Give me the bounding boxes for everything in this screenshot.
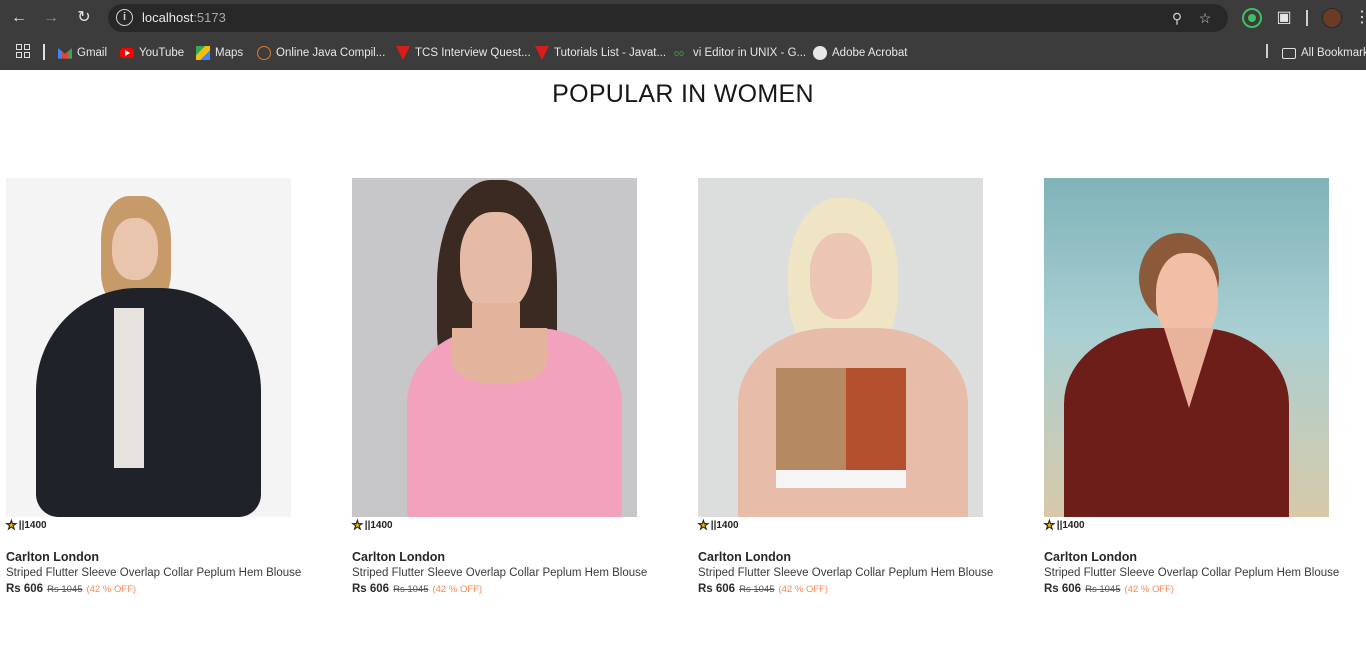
product-discount: (42 % OFF) [432,584,483,595]
product-image[interactable] [698,178,983,517]
product-description: Striped Flutter Sleeve Overlap Collar Pe… [1044,567,1340,579]
gmail-icon [58,48,72,59]
product-card[interactable]: ★ ||1400 Carlton London Striped Flutter S… [1044,178,1366,595]
price-row: Rs 606 Rs 1045 (42 % OFF) [352,583,682,595]
bookmark-label: Tutorials List - Javat... [554,47,667,59]
youtube-icon [120,48,134,58]
star-icon: ★ [1044,518,1055,532]
heart-icon [396,46,410,60]
rating: ★ ||1400 [698,518,1028,532]
bookmark-label: Adobe Acrobat [832,47,908,59]
product-brand: Carlton London [1044,550,1138,564]
site-info-icon[interactable]: i [116,9,133,26]
rating-count: ||1400 [1056,519,1085,531]
bookmark-label: YouTube [139,47,185,59]
neckline-shape [452,328,547,383]
price-row: Rs 606 Rs 1045 (42 % OFF) [6,583,336,595]
rating-count: ||1400 [364,519,393,531]
address-bar-url[interactable]: localhost:5173 [142,10,226,25]
product-description: Striped Flutter Sleeve Overlap Collar Pe… [352,567,648,579]
all-bookmarks-label: All Bookmarks [1301,47,1366,59]
product-mrp: Rs 1045 [393,584,429,595]
bookmark-gmail[interactable]: Gmail [58,44,107,62]
page-title: POPULAR IN WOMEN [552,80,814,108]
product-card[interactable]: ★ ||1400 Carlton London Striped Flutter S… [6,178,336,595]
product-image[interactable] [352,178,637,517]
rating: ★ ||1400 [1044,518,1366,532]
price-row: Rs 606 Rs 1045 (42 % OFF) [698,583,1028,595]
heart-icon [535,46,549,60]
browser-menu-icon[interactable]: ⋮ [1354,8,1366,28]
reload-icon[interactable]: ↻ [73,7,95,29]
product-image[interactable] [1044,178,1329,517]
inner-shirt-shape [114,308,144,468]
rating: ★ ||1400 [352,518,682,532]
profile-avatar[interactable] [1322,8,1342,28]
face-shape [460,212,532,312]
product-discount: (42 % OFF) [86,584,137,595]
url-port: :5173 [193,10,226,25]
bookmarks-divider [43,44,45,60]
back-arrow-icon[interactable]: ← [8,7,30,29]
bookmark-maps[interactable]: Maps [196,44,243,62]
vi-editor-icon: oo [674,48,685,58]
product-image[interactable] [6,178,291,517]
product-discount: (42 % OFF) [778,584,829,595]
rating-count: ||1400 [18,519,47,531]
bookmarks-divider [1266,44,1268,58]
bookmark-tutorials-list[interactable]: Tutorials List - Javat... [535,44,666,62]
toolbar-divider [1306,10,1308,26]
product-brand: Carlton London [352,550,446,564]
bookmark-youtube[interactable]: YouTube [120,44,184,62]
bookmark-label: Gmail [77,47,108,59]
product-card[interactable]: ★ ||1400 Carlton London Striped Flutter S… [352,178,682,595]
all-bookmarks[interactable]: All Bookmarks [1282,44,1366,62]
product-price: Rs 606 [698,583,736,595]
bookmark-vi-editor[interactable]: oo vi Editor in UNIX - G... [674,44,806,62]
address-bar[interactable]: i localhost:5173 ⚲ ☆ [108,4,1228,32]
product-price: Rs 606 [6,583,44,595]
star-icon: ★ [698,518,709,532]
folder-icon [1282,47,1296,59]
product-brand: Carlton London [6,550,100,564]
bookmark-label: Maps [215,47,244,59]
product-price: Rs 606 [1044,583,1082,595]
price-row: Rs 606 Rs 1045 (42 % OFF) [1044,583,1366,595]
bookmark-label: TCS Interview Quest... [415,47,531,59]
apps-grid-icon[interactable] [16,44,30,58]
forward-arrow-icon[interactable]: → [40,7,62,29]
rating-count: ||1400 [710,519,739,531]
product-mrp: Rs 1045 [739,584,775,595]
bookmark-java-compiler[interactable]: Online Java Compil... [257,44,385,62]
fur-jacket-shape [36,288,261,517]
product-discount: (42 % OFF) [1124,584,1175,595]
face-shape [810,233,872,319]
browser-toolbar: ← → ↻ i localhost:5173 ⚲ ☆ ▣ ⋮ [0,0,1366,36]
product-card[interactable]: ★ ||1400 Carlton London Striped Flutter S… [698,178,1028,595]
star-icon: ★ [6,518,17,532]
product-brand: Carlton London [698,550,792,564]
face-shape [112,218,158,280]
extensions-puzzle-icon[interactable]: ▣ [1274,8,1294,28]
star-icon: ★ [352,518,363,532]
maps-icon [196,46,210,60]
product-price: Rs 606 [352,583,390,595]
product-mrp: Rs 1045 [1085,584,1121,595]
zoom-icon[interactable]: ⚲ [1168,9,1186,27]
product-mrp: Rs 1045 [47,584,83,595]
product-description: Striped Flutter Sleeve Overlap Collar Pe… [698,567,994,579]
extension-green-circle-icon[interactable] [1242,8,1262,28]
rating: ★ ||1400 [6,518,336,532]
bookmark-star-icon[interactable]: ☆ [1196,9,1214,27]
sports-top-band-shape [776,470,906,488]
java-compiler-icon [257,46,271,60]
bookmark-label: vi Editor in UNIX - G... [693,47,807,59]
acrobat-icon [813,46,827,60]
bookmark-label: Online Java Compil... [276,47,386,59]
product-description: Striped Flutter Sleeve Overlap Collar Pe… [6,567,302,579]
url-host: localhost [142,10,194,25]
bookmark-tcs-interview[interactable]: TCS Interview Quest... [396,44,531,62]
bookmark-adobe-acrobat[interactable]: Adobe Acrobat [813,44,907,62]
